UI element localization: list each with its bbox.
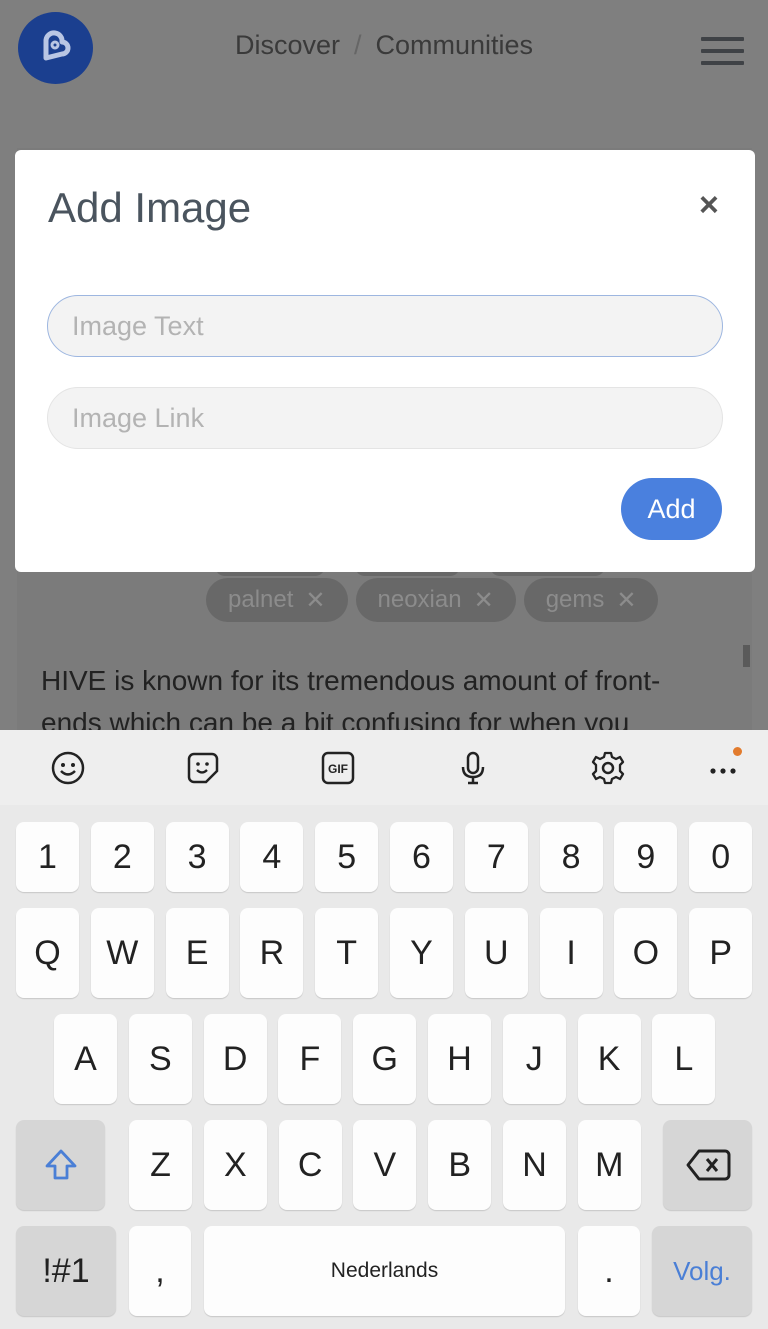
key-g[interactable]: G: [353, 1014, 417, 1104]
on-screen-keyboard: GIF 1234567890 QWERTYUIOP ASDFGHJKL ZXCVBNM…: [0, 730, 768, 1329]
key-k[interactable]: K: [577, 1014, 641, 1104]
tag-gems: gems ✕: [523, 578, 659, 622]
breadcrumb-discover[interactable]: Discover: [235, 30, 340, 60]
key-o[interactable]: O: [614, 908, 678, 998]
key-t[interactable]: T: [315, 908, 379, 998]
remove-tag-icon[interactable]: ✕: [616, 586, 636, 615]
add-image-modal: Add Image × Add: [15, 150, 755, 572]
body-line: HIVE is known for its tremendous amount …: [41, 665, 661, 696]
key-h[interactable]: H: [428, 1014, 491, 1104]
tag-list: palnet ✕ neoxian ✕ gems ✕: [206, 578, 659, 622]
key-j[interactable]: J: [502, 1014, 566, 1104]
key-y[interactable]: Y: [390, 908, 453, 998]
shift-key[interactable]: [16, 1120, 105, 1210]
svg-text:GIF: GIF: [328, 762, 348, 776]
remove-tag-icon[interactable]: ✕: [474, 586, 494, 615]
key-6[interactable]: 6: [390, 822, 453, 892]
backspace-key[interactable]: [663, 1120, 752, 1210]
key-4[interactable]: 4: [240, 822, 304, 892]
key-p[interactable]: P: [689, 908, 753, 998]
breadcrumb-communities[interactable]: Communities: [376, 30, 534, 60]
key-x[interactable]: X: [203, 1120, 267, 1210]
sticker-icon[interactable]: [185, 750, 221, 786]
close-icon[interactable]: ×: [699, 186, 719, 225]
modal-title: Add Image: [48, 184, 252, 231]
key-l[interactable]: L: [652, 1014, 716, 1104]
key-v[interactable]: V: [353, 1120, 417, 1210]
key-r[interactable]: R: [240, 908, 304, 998]
remove-tag-icon[interactable]: ✕: [305, 586, 325, 615]
comma-key[interactable]: ,: [129, 1226, 191, 1316]
hamburger-menu-icon[interactable]: [701, 37, 744, 65]
key-c[interactable]: C: [278, 1120, 342, 1210]
image-link-input[interactable]: [47, 387, 723, 449]
key-b[interactable]: B: [428, 1120, 492, 1210]
tag-palnet: palnet ✕: [206, 578, 348, 622]
key-e[interactable]: E: [165, 908, 229, 998]
key-u[interactable]: U: [464, 908, 528, 998]
key-3[interactable]: 3: [165, 822, 229, 892]
next-key[interactable]: Volg.: [652, 1226, 752, 1316]
key-2[interactable]: 2: [90, 822, 154, 892]
shift-icon: [45, 1149, 76, 1180]
symbols-key[interactable]: !#1: [16, 1226, 116, 1316]
gif-icon[interactable]: GIF: [320, 750, 356, 786]
key-n[interactable]: N: [503, 1120, 566, 1210]
tag-label: neoxian: [377, 586, 462, 613]
key-1[interactable]: 1: [16, 822, 79, 892]
key-5[interactable]: 5: [315, 822, 379, 892]
backspace-icon: [686, 1149, 730, 1181]
breadcrumb-separator: /: [353, 30, 362, 60]
scrollbar[interactable]: [743, 645, 750, 667]
space-key[interactable]: Nederlands: [204, 1226, 565, 1316]
key-w[interactable]: W: [90, 908, 154, 998]
emoji-icon[interactable]: [50, 750, 86, 786]
key-z[interactable]: Z: [129, 1120, 192, 1210]
key-9[interactable]: 9: [614, 822, 678, 892]
key-d[interactable]: D: [203, 1014, 267, 1104]
key-a[interactable]: A: [54, 1014, 117, 1104]
key-s[interactable]: S: [128, 1014, 192, 1104]
period-key[interactable]: .: [578, 1226, 640, 1316]
tag-neoxian: neoxian ✕: [355, 578, 516, 622]
image-text-input[interactable]: [47, 295, 723, 357]
key-f[interactable]: F: [278, 1014, 342, 1104]
key-0[interactable]: 0: [689, 822, 753, 892]
settings-icon[interactable]: [590, 750, 626, 786]
tag-label: palnet: [228, 586, 294, 613]
key-7[interactable]: 7: [464, 822, 528, 892]
breadcrumb: Discover / Communities: [0, 30, 768, 61]
key-q[interactable]: Q: [16, 908, 79, 998]
key-m[interactable]: M: [577, 1120, 641, 1210]
microphone-icon[interactable]: [455, 750, 491, 786]
key-i[interactable]: I: [539, 908, 603, 998]
tag-label: gems: [545, 586, 605, 613]
add-button[interactable]: Add: [621, 478, 722, 540]
keyboard-toolbar: GIF: [0, 730, 768, 805]
notification-dot: [733, 747, 742, 756]
key-8[interactable]: 8: [539, 822, 603, 892]
